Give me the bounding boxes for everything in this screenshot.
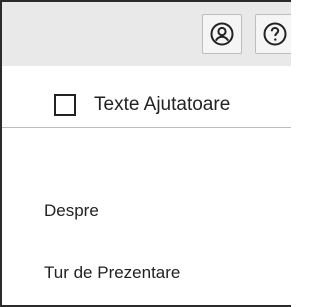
hint-text-checkbox[interactable] [54,94,76,116]
help-menu: Texte Ajutatoare Despre Tur de Prezentar… [2,66,291,305]
help-icon [263,22,287,46]
popup-frame: Texte Ajutatoare Despre Tur de Prezentar… [0,0,291,307]
menu-item-about[interactable]: Despre [44,200,99,222]
menu-item-tour[interactable]: Tur de Prezentare [44,262,180,284]
menu-divider [2,127,291,128]
toolbar [2,0,291,66]
hint-text-label: Texte Ajutatoare [94,94,231,115]
help-button[interactable] [255,14,291,54]
account-button[interactable] [202,14,242,54]
account-icon [210,22,234,46]
hint-text-option[interactable]: Texte Ajutatoare [2,80,291,130]
